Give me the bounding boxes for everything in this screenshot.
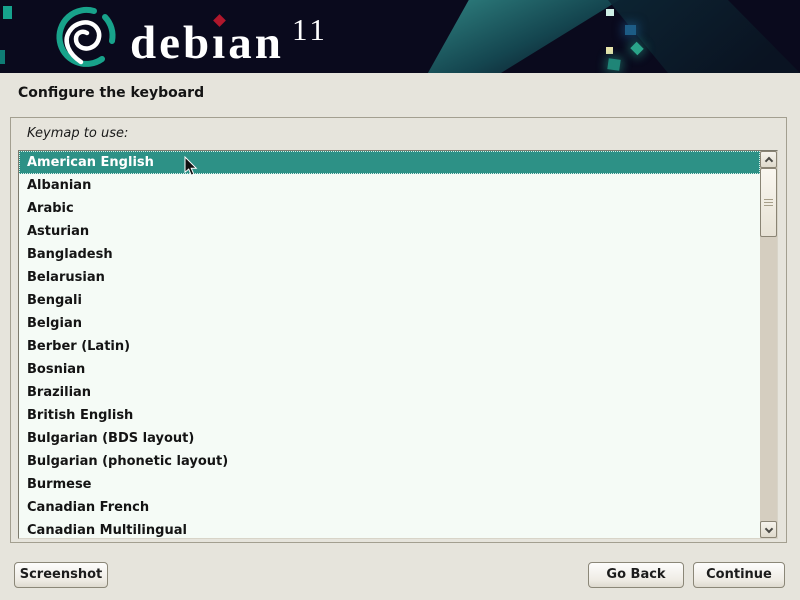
list-item[interactable]: Bulgarian (BDS layout) xyxy=(19,427,760,450)
banner-art-square xyxy=(606,47,613,54)
list-item[interactable]: Canadian French xyxy=(19,496,760,519)
chevron-up-icon xyxy=(764,157,772,165)
vertical-scrollbar[interactable] xyxy=(760,151,777,538)
scrollbar-thumb[interactable] xyxy=(760,168,777,237)
list-item[interactable]: Berber (Latin) xyxy=(19,335,760,358)
screenshot-button[interactable]: Screenshot xyxy=(14,562,108,588)
list-item[interactable]: Burmese xyxy=(19,473,760,496)
list-item[interactable]: Asturian xyxy=(19,220,760,243)
banner-art-square xyxy=(625,25,636,35)
list-item[interactable]: Bosnian xyxy=(19,358,760,381)
banner-art-square xyxy=(0,50,5,64)
debian-wordmark: debian xyxy=(130,17,284,69)
keymap-label: Keymap to use: xyxy=(27,126,128,141)
list-item[interactable]: Belgian xyxy=(19,312,760,335)
scrollbar-grip-icon xyxy=(764,199,773,207)
list-item[interactable]: Bulgarian (phonetic layout) xyxy=(19,450,760,473)
continue-button[interactable]: Continue xyxy=(693,562,785,588)
debian-logotype: debian xyxy=(130,20,284,67)
list-item[interactable]: Bangladesh xyxy=(19,243,760,266)
list-item[interactable]: British English xyxy=(19,404,760,427)
page-title: Configure the keyboard xyxy=(18,85,204,101)
list-item[interactable]: Canadian Multilingual xyxy=(19,519,760,538)
banner-art-teal-wedge xyxy=(415,0,630,73)
list-item[interactable]: Albanian xyxy=(19,174,760,197)
banner-art-square xyxy=(607,58,620,71)
list-item[interactable]: Bengali xyxy=(19,289,760,312)
list-item[interactable]: American English xyxy=(19,151,760,174)
debian-swirl-logo-icon xyxy=(44,5,128,71)
keymap-listbox[interactable]: American EnglishAlbanianArabicAsturianBa… xyxy=(18,150,778,539)
scroll-down-button[interactable] xyxy=(760,521,777,538)
chevron-down-icon xyxy=(764,524,772,532)
installer-banner: debian 11 xyxy=(0,0,800,73)
banner-art-diamond xyxy=(630,42,643,55)
list-item[interactable]: Belarusian xyxy=(19,266,760,289)
banner-art-square xyxy=(3,6,12,19)
keymap-list-rows: American EnglishAlbanianArabicAsturianBa… xyxy=(19,151,760,538)
list-item[interactable]: Arabic xyxy=(19,197,760,220)
debian-version: 11 xyxy=(292,14,328,45)
banner-art-square xyxy=(606,9,614,16)
go-back-button[interactable]: Go Back xyxy=(588,562,684,588)
scroll-up-button[interactable] xyxy=(760,151,777,168)
list-item[interactable]: Brazilian xyxy=(19,381,760,404)
